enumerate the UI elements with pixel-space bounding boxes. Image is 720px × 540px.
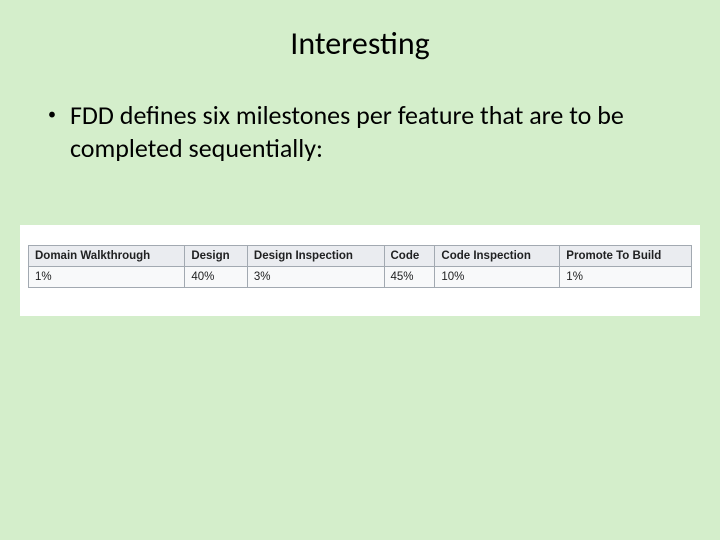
bullet-text: FDD defines six milestones per feature t…	[70, 99, 672, 164]
header-code-inspection: Code Inspection	[435, 246, 560, 267]
cell-design: 40%	[185, 267, 248, 288]
header-design-inspection: Design Inspection	[247, 246, 384, 267]
table-row: 1% 40% 3% 45% 10% 1%	[29, 267, 692, 288]
cell-domain-walkthrough: 1%	[29, 267, 185, 288]
bullet-item: • FDD defines six milestones per feature…	[48, 99, 672, 164]
header-code: Code	[384, 246, 435, 267]
slide-title: Interesting	[0, 0, 720, 63]
header-domain-walkthrough: Domain Walkthrough	[29, 246, 185, 267]
cell-code-inspection: 10%	[435, 267, 560, 288]
cell-design-inspection: 3%	[247, 267, 384, 288]
bullet-section: • FDD defines six milestones per feature…	[0, 63, 720, 164]
milestones-table: Domain Walkthrough Design Design Inspect…	[28, 245, 692, 288]
table-header-row: Domain Walkthrough Design Design Inspect…	[29, 246, 692, 267]
cell-code: 45%	[384, 267, 435, 288]
cell-promote-to-build: 1%	[560, 267, 692, 288]
table-container: Domain Walkthrough Design Design Inspect…	[20, 225, 700, 316]
bullet-marker-icon: •	[48, 105, 56, 125]
header-promote-to-build: Promote To Build	[560, 246, 692, 267]
header-design: Design	[185, 246, 248, 267]
